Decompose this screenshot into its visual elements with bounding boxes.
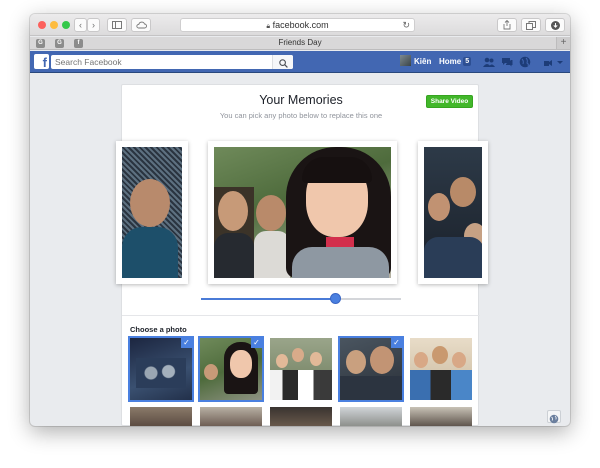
search-icon (279, 59, 288, 68)
photo-option[interactable]: ✓ (198, 336, 264, 402)
globe-icon (549, 414, 559, 424)
next-photo (424, 147, 482, 278)
profile-link[interactable]: Kiên (400, 55, 431, 69)
close-window-button[interactable] (38, 21, 46, 29)
carousel-photo-previous[interactable] (116, 141, 188, 284)
photo-option[interactable]: ✓ (338, 336, 404, 402)
page-subtitle: You can pick any photo below to replace … (219, 111, 383, 120)
active-tab-title[interactable]: Friends Day (30, 38, 570, 47)
carousel-photo-next[interactable] (418, 141, 488, 284)
url-text: facebook.com (272, 20, 329, 30)
facebook-logo-icon[interactable]: f (34, 54, 49, 70)
memory-slider-handle[interactable] (329, 293, 341, 304)
memory-slider-fill (201, 298, 335, 300)
minimize-window-button[interactable] (50, 21, 58, 29)
share-page-button[interactable] (497, 18, 517, 32)
photo-option[interactable] (410, 338, 472, 400)
account-menu-caret-icon[interactable] (556, 56, 564, 68)
browser-window: ‹ › 🔒︎ facebook.com ↻ G G f Friends Day … (30, 14, 570, 426)
photo-option[interactable]: ✓ (128, 336, 194, 402)
user-name: Kiên (414, 57, 432, 66)
home-label: Home (439, 57, 462, 66)
photo-option[interactable] (130, 407, 192, 426)
avatar (400, 55, 411, 66)
photo-option[interactable] (340, 407, 402, 426)
chevron-right-icon: › (92, 20, 95, 30)
previous-photo (122, 147, 182, 278)
share-icon (503, 19, 511, 30)
home-count-badge: 5 (463, 57, 472, 66)
home-link[interactable]: Home 5 (439, 55, 472, 69)
lock-icon: 🔒︎ (266, 23, 271, 30)
address-bar[interactable]: 🔒︎ facebook.com ↻ (180, 18, 415, 32)
sidebar-icon (112, 21, 122, 29)
safari-toolbar: ‹ › 🔒︎ facebook.com ↻ (30, 14, 570, 36)
friend-requests-icon[interactable] (483, 56, 495, 68)
messages-icon[interactable] (501, 56, 513, 68)
selected-check-icon: ✓ (391, 338, 402, 348)
photo-option[interactable] (270, 338, 332, 400)
tabs-overview-button[interactable] (521, 18, 541, 32)
memories-card: Your Memories You can pick any photo bel… (116, 84, 488, 426)
selected-check-icon: ✓ (181, 338, 192, 348)
zoom-window-button[interactable] (62, 21, 70, 29)
current-memory-photo (214, 147, 391, 278)
chevron-left-icon: ‹ (79, 20, 82, 30)
tabs-icon (526, 21, 536, 30)
downloads-button[interactable] (545, 18, 565, 32)
icloud-tabs-button[interactable] (131, 18, 151, 32)
tab-bar: G G f Friends Day + (30, 37, 570, 50)
memory-slider-track[interactable] (201, 298, 401, 300)
language-button[interactable] (547, 410, 561, 424)
new-tab-button[interactable]: + (556, 37, 570, 49)
search-button[interactable] (272, 55, 293, 69)
divider (122, 315, 480, 316)
photo-option[interactable] (410, 407, 472, 426)
sidebar-button[interactable] (107, 18, 127, 32)
cloud-icon (135, 21, 147, 29)
forward-button[interactable]: › (87, 18, 100, 32)
reload-icon[interactable]: ↻ (402, 19, 410, 31)
search-input[interactable] (51, 55, 293, 69)
selected-check-icon: ✓ (251, 338, 262, 348)
back-button[interactable]: ‹ (74, 18, 87, 32)
download-icon (550, 21, 560, 30)
privacy-shortcuts-icon[interactable] (542, 56, 554, 68)
facebook-nav-bar: f Kiên Home5 (30, 51, 570, 73)
photo-option[interactable] (270, 407, 332, 426)
carousel-photo-current[interactable] (208, 141, 397, 284)
share-video-button[interactable]: Share Video (426, 95, 473, 108)
photo-option[interactable] (200, 407, 262, 426)
choose-photo-heading: Choose a photo (130, 325, 187, 334)
notifications-globe-icon[interactable] (519, 56, 531, 68)
